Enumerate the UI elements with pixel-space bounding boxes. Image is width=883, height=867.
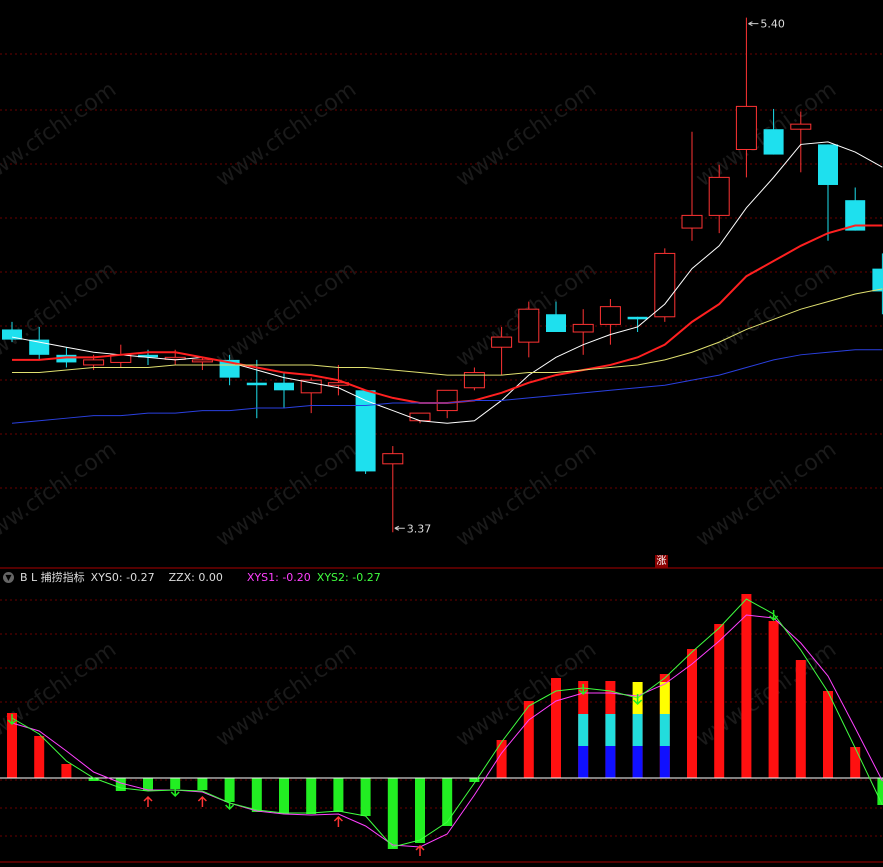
ma-line-white	[11, 141, 883, 424]
indicator-bar	[741, 594, 752, 778]
watermark-text: www.cfchi.com	[212, 257, 361, 372]
watermark-text: www.cfchi.com	[0, 77, 121, 192]
candle-body	[436, 389, 458, 412]
candle-body	[274, 382, 294, 391]
indicator-bar	[333, 778, 344, 812]
indicator-bar	[360, 778, 371, 816]
indicator-bar	[768, 621, 779, 778]
xys0-readout: XYS0: -0.27	[90, 570, 155, 584]
indicator-bar	[251, 778, 262, 812]
candle-body	[790, 123, 812, 130]
candle-body	[518, 308, 540, 343]
candle-body	[246, 382, 267, 386]
high-price-label: 5.40	[760, 18, 785, 31]
indicator-bar-segment	[659, 714, 670, 746]
indicator-bar	[714, 624, 725, 778]
watermark-text: www.cfchi.com	[452, 437, 601, 552]
xys2-readout: XYS2: -0.27	[316, 570, 381, 584]
candle-body	[763, 129, 784, 155]
watermark-text: www.cfchi.com	[0, 437, 121, 552]
indicator-bar	[442, 778, 453, 826]
watermark-text: www.cfchi.com	[212, 637, 361, 752]
indicator-header: ▼ B L 捕捞指标 XYS0: -0.27 ZZX: 0.00 XYS1: -…	[0, 569, 395, 585]
candle-body	[83, 359, 105, 366]
indicator-bar-segment	[605, 746, 616, 778]
indicator-bar	[197, 778, 208, 790]
candle-body	[191, 359, 213, 363]
indicator-bar-segment	[659, 682, 670, 714]
candle-body	[491, 336, 513, 348]
indicator-bar	[850, 747, 861, 778]
indicator-bar-segment	[605, 714, 616, 746]
indicator-bar	[823, 691, 833, 778]
indicator-bar-segment	[659, 746, 670, 778]
buy-arrow-icon	[415, 844, 425, 856]
low-price-label: 3.37	[407, 522, 432, 535]
indicator-bar	[34, 736, 45, 778]
candle-body	[708, 176, 730, 216]
candle-body	[409, 412, 431, 422]
watermark-text: www.cfchi.com	[692, 437, 841, 552]
indicator-bar-segment	[578, 714, 589, 746]
stock-chart[interactable]: www.cfchi.com www.cfchi.com www.cfchi.com w…	[0, 0, 883, 867]
indicator-bar	[306, 778, 317, 814]
indicator-bar	[279, 778, 289, 814]
settings-icon[interactable]: ▼	[3, 571, 14, 583]
indicator-bar	[687, 649, 697, 778]
candle-body	[382, 453, 404, 465]
indicator-bar	[795, 660, 806, 778]
buy-arrow-icon	[197, 795, 207, 807]
indicator-bar	[523, 701, 534, 778]
candle-body	[735, 105, 757, 150]
zzx-readout: ZZX: 0.00	[168, 570, 223, 584]
high-marker	[748, 21, 759, 27]
watermark-text: www.cfchi.com	[452, 77, 601, 192]
indicator-bar-segment	[578, 746, 589, 778]
candle-body	[681, 214, 703, 229]
indicator-bar-segment	[632, 746, 643, 778]
indicator-bar	[224, 778, 235, 802]
candle-body	[872, 268, 883, 292]
indicator-bar	[61, 764, 72, 778]
watermark-text: www.cfchi.com	[212, 77, 361, 192]
watermark-text: www.cfchi.com	[212, 437, 361, 552]
indicator-bar	[115, 778, 126, 791]
indicator-bar	[415, 778, 425, 843]
candle-body	[300, 379, 322, 394]
watermark-text: www.cfchi.com	[692, 637, 841, 752]
indicator-bar-segment	[632, 714, 643, 746]
low-marker	[394, 525, 405, 531]
candle-body	[599, 306, 621, 325]
indicator-bar	[387, 778, 398, 849]
up-badge[interactable]: 涨	[655, 555, 668, 568]
candle-body	[546, 314, 566, 332]
watermark-text: www.cfchi.com	[692, 257, 841, 372]
buy-arrow-icon	[143, 795, 153, 807]
indicator-name: B L 捕捞指标	[20, 571, 85, 584]
buy-arrow-icon	[333, 815, 343, 827]
candle-body	[627, 316, 648, 320]
candle-body	[572, 323, 594, 333]
watermark-text: www.cfchi.com	[0, 637, 121, 752]
candle-body	[654, 252, 676, 318]
candle-body	[818, 144, 838, 185]
candle-body	[355, 390, 376, 472]
xys1-readout: XYS1: -0.20	[246, 570, 311, 584]
